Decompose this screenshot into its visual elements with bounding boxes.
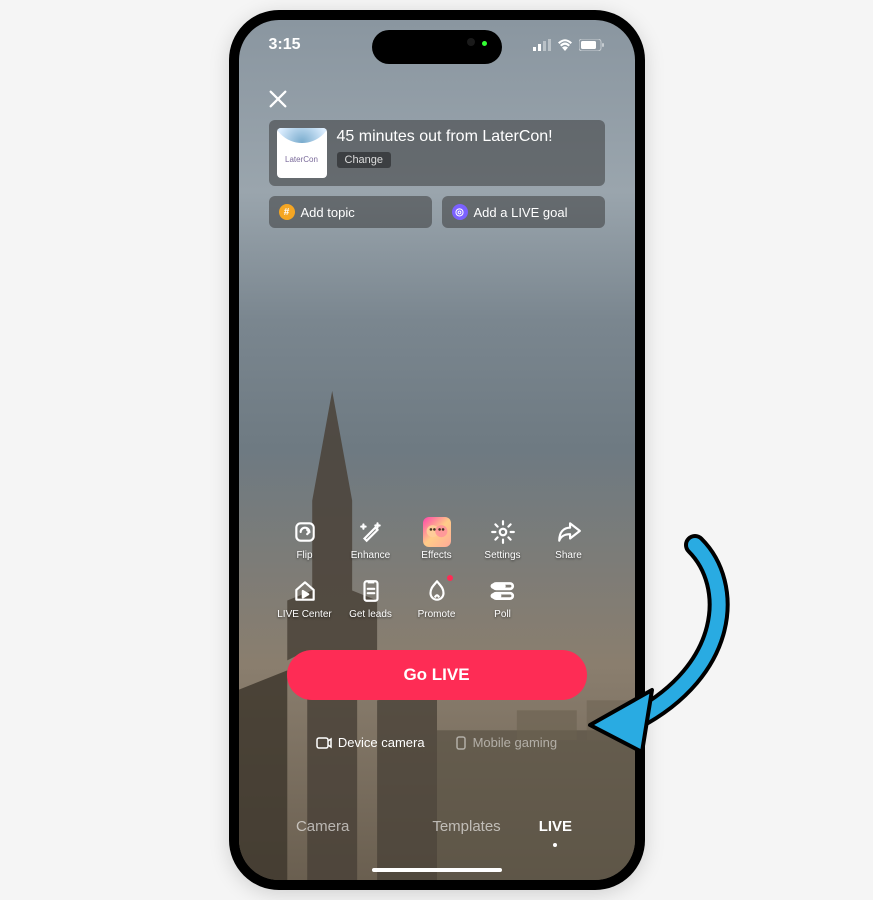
option-pills: # Add topic ◎ Add a LIVE goal bbox=[269, 196, 605, 228]
promote-label: Promote bbox=[418, 609, 456, 620]
hashtag-icon: # bbox=[279, 204, 295, 220]
promote-icon bbox=[424, 578, 450, 604]
home-indicator[interactable] bbox=[372, 868, 502, 872]
add-goal-label: Add a LIVE goal bbox=[474, 205, 568, 220]
tab-active-indicator bbox=[553, 843, 557, 847]
poll-label: Poll bbox=[494, 609, 511, 620]
live-center-icon bbox=[292, 578, 318, 604]
live-title-card[interactable]: LaterCon 45 minutes out from LaterCon! C… bbox=[269, 120, 605, 186]
promote-button[interactable]: Promote bbox=[404, 577, 470, 620]
flip-label: Flip bbox=[296, 550, 312, 561]
content-area: LaterCon 45 minutes out from LaterCon! C… bbox=[239, 20, 635, 880]
mobile-gaming-mode[interactable]: Mobile gaming bbox=[455, 735, 558, 750]
camera-dot bbox=[467, 38, 475, 46]
tab-live[interactable]: LIVE bbox=[535, 818, 576, 835]
device-camera-label: Device camera bbox=[338, 735, 425, 750]
camera-mode-row: Device camera Mobile gaming bbox=[239, 735, 635, 750]
tab-live-label: LIVE bbox=[539, 818, 572, 835]
get-leads-label: Get leads bbox=[349, 609, 392, 620]
live-center-button[interactable]: LIVE Center bbox=[272, 577, 338, 620]
tool-grid: Flip Enhance Effects Settings bbox=[272, 518, 602, 620]
battery-icon bbox=[579, 39, 605, 51]
tab-templates[interactable]: Templates bbox=[428, 818, 504, 835]
poll-button[interactable]: Poll bbox=[470, 577, 536, 620]
enhance-button[interactable]: Enhance bbox=[338, 518, 404, 561]
add-topic-button[interactable]: # Add topic bbox=[269, 196, 432, 228]
phone-frame: 3:15 LaterCon 45 minutes out from LaterC… bbox=[229, 10, 645, 890]
close-button[interactable] bbox=[264, 85, 292, 113]
target-icon: ◎ bbox=[452, 204, 468, 220]
mobile-gaming-label: Mobile gaming bbox=[473, 735, 558, 750]
title-thumbnail: LaterCon bbox=[277, 128, 327, 178]
share-label: Share bbox=[555, 550, 582, 561]
get-leads-button[interactable]: Get leads bbox=[338, 577, 404, 620]
change-button[interactable]: Change bbox=[337, 152, 392, 168]
go-live-button[interactable]: Go LIVE bbox=[287, 650, 587, 700]
settings-icon bbox=[490, 519, 516, 545]
settings-label: Settings bbox=[484, 550, 520, 561]
effects-button[interactable]: Effects bbox=[404, 518, 470, 561]
tab-camera[interactable]: Camera bbox=[292, 818, 353, 835]
effects-icon bbox=[423, 517, 451, 547]
effects-label: Effects bbox=[421, 550, 451, 561]
settings-button[interactable]: Settings bbox=[470, 518, 536, 561]
flip-button[interactable]: Flip bbox=[272, 518, 338, 561]
get-leads-icon bbox=[358, 578, 384, 604]
close-icon bbox=[267, 88, 289, 110]
flip-icon bbox=[292, 519, 318, 545]
enhance-label: Enhance bbox=[351, 550, 390, 561]
status-time: 3:15 bbox=[269, 36, 301, 54]
notch bbox=[372, 30, 502, 64]
device-camera-mode[interactable]: Device camera bbox=[316, 735, 425, 750]
share-button[interactable]: Share bbox=[536, 518, 602, 561]
thumbnail-label: LaterCon bbox=[285, 155, 318, 164]
status-indicator-dot bbox=[482, 41, 487, 46]
poll-icon bbox=[490, 578, 516, 604]
enhance-icon bbox=[358, 519, 384, 545]
share-icon bbox=[556, 519, 582, 545]
add-live-goal-button[interactable]: ◎ Add a LIVE goal bbox=[442, 196, 605, 228]
add-topic-label: Add topic bbox=[301, 205, 355, 220]
camera-icon bbox=[316, 737, 332, 749]
wifi-icon bbox=[557, 39, 573, 51]
live-title-text: 45 minutes out from LaterCon! bbox=[337, 128, 553, 146]
mobile-icon bbox=[455, 736, 467, 750]
bottom-tabs: Camera Templates LIVE bbox=[239, 818, 635, 835]
screen: 3:15 LaterCon 45 minutes out from LaterC… bbox=[239, 20, 635, 880]
live-center-label: LIVE Center bbox=[277, 609, 331, 620]
notification-dot bbox=[447, 575, 453, 581]
signal-icon bbox=[533, 39, 551, 51]
